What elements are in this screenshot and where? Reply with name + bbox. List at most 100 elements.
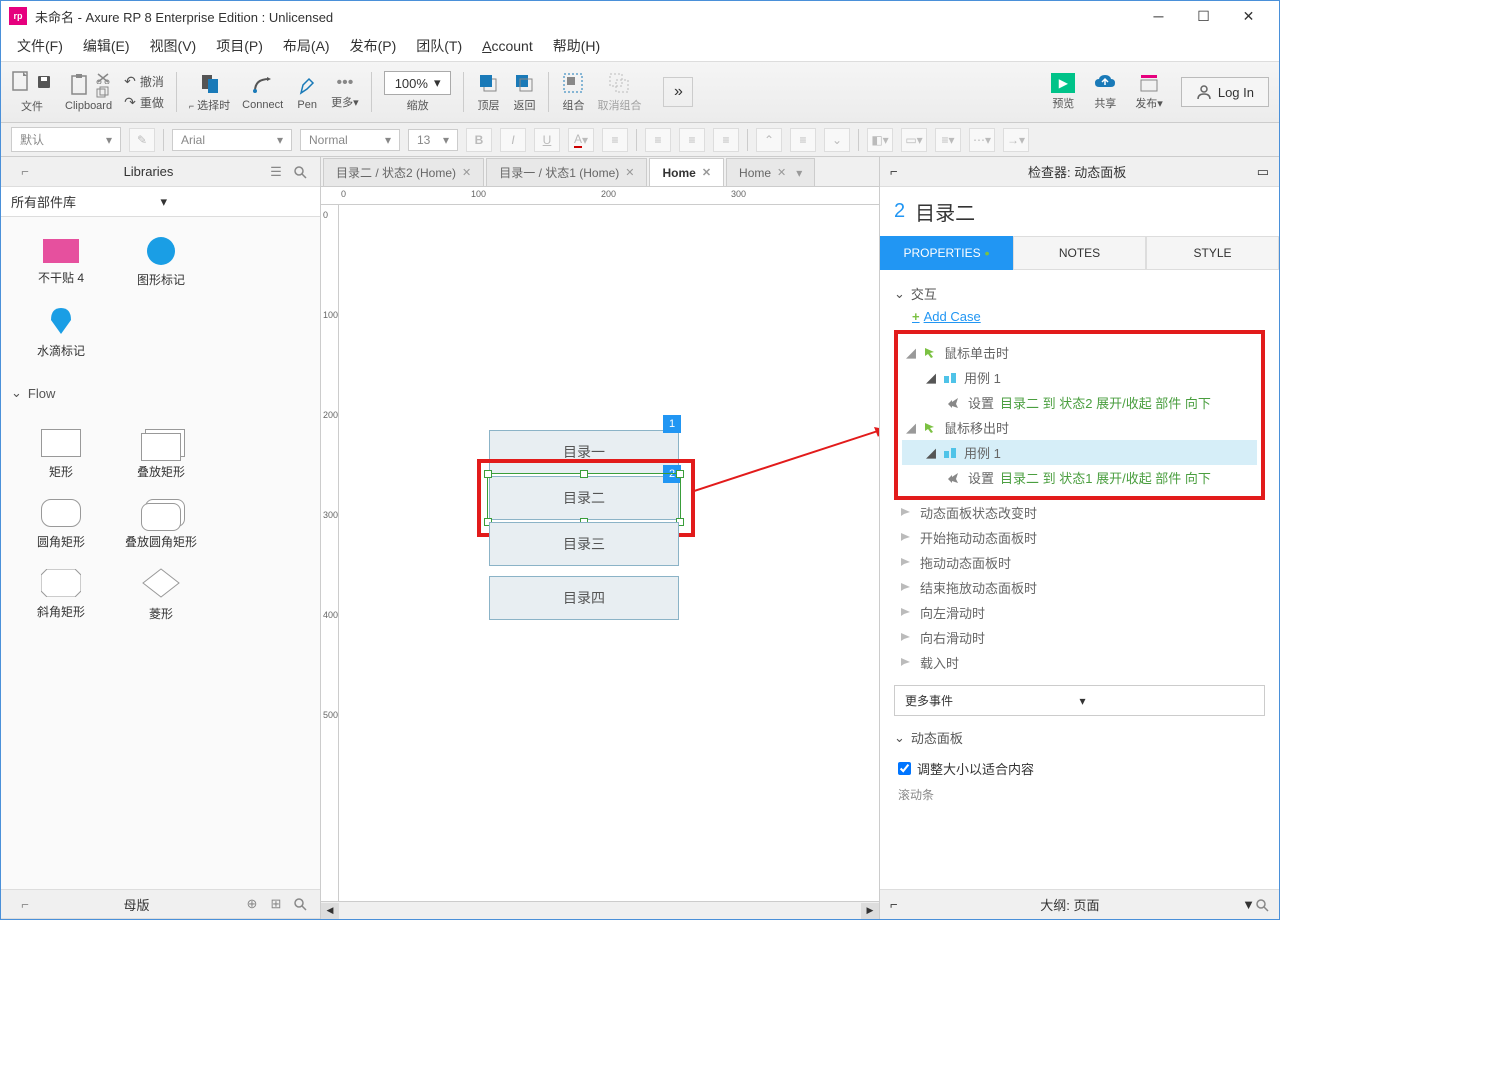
align-center[interactable]: ≡ bbox=[679, 128, 705, 152]
library-dropdown[interactable]: 所有部件库 ▾ bbox=[1, 187, 320, 217]
collapse-icon[interactable]: ⌐ bbox=[890, 164, 898, 179]
maximize-button[interactable]: ☐ bbox=[1181, 2, 1226, 30]
size-select[interactable]: 13▾ bbox=[408, 129, 458, 151]
menu-edit[interactable]: 编辑(E) bbox=[75, 32, 138, 60]
lib-stack-round[interactable]: 叠放圆角矩形 bbox=[111, 489, 211, 559]
redo-button[interactable]: ↷重做 bbox=[124, 94, 164, 111]
lib-diamond[interactable]: 菱形 bbox=[111, 559, 211, 629]
menu-team[interactable]: 团队(T) bbox=[408, 32, 470, 60]
menu-icon[interactable]: ☰ bbox=[266, 162, 286, 182]
valign-mid[interactable]: ≡ bbox=[790, 128, 816, 152]
tb-clipboard[interactable]: Clipboard bbox=[65, 72, 112, 112]
font-select[interactable]: Arial▾ bbox=[172, 129, 292, 151]
collapse-icon[interactable]: ⌐ bbox=[15, 894, 35, 914]
event-onclick[interactable]: ◢ 鼠标单击时 bbox=[902, 340, 1257, 365]
tb-publish[interactable]: 发布▾ bbox=[1135, 73, 1163, 111]
tb-share[interactable]: 共享 bbox=[1093, 73, 1117, 111]
align-right[interactable]: ≡ bbox=[713, 128, 739, 152]
add-folder-icon[interactable]: ⊕ bbox=[242, 894, 262, 914]
event-case1b[interactable]: ◢ 用例 1 bbox=[902, 440, 1257, 465]
event-statechange[interactable]: 动态面板状态改变时 bbox=[894, 500, 1265, 525]
menu-project[interactable]: 项目(P) bbox=[208, 32, 271, 60]
tb-ungroup[interactable]: 取消组合 bbox=[597, 71, 641, 113]
valign-top[interactable]: ⌃ bbox=[756, 128, 782, 152]
event-load[interactable]: 载入时 bbox=[894, 650, 1265, 675]
minimize-button[interactable]: ─ bbox=[1136, 2, 1181, 30]
close-icon[interactable]: ✕ bbox=[777, 166, 786, 179]
menu-file[interactable]: 文件(F) bbox=[9, 32, 71, 60]
tab-notes[interactable]: NOTES bbox=[1013, 236, 1146, 270]
horizontal-scrollbar[interactable]: ◀ ▶ bbox=[321, 901, 879, 919]
flow-section[interactable]: ⌄ Flow bbox=[1, 377, 320, 409]
search-icon[interactable] bbox=[290, 894, 310, 914]
interactions-section[interactable]: ⌄交互 bbox=[894, 284, 1265, 303]
more-events-dropdown[interactable]: 更多事件 ▾ bbox=[894, 685, 1265, 716]
search-icon[interactable] bbox=[290, 162, 310, 182]
lib-bevel[interactable]: 斜角矩形 bbox=[11, 559, 111, 629]
login-button[interactable]: Log In bbox=[1181, 77, 1269, 107]
underline-button[interactable]: U bbox=[534, 128, 560, 152]
tb-front[interactable]: 顶层 bbox=[476, 71, 500, 113]
event-swipeleft[interactable]: 向左滑动时 bbox=[894, 600, 1265, 625]
add-case-link[interactable]: +Add Case bbox=[912, 309, 1265, 324]
lib-round-rect[interactable]: 圆角矩形 bbox=[11, 489, 111, 559]
text-color[interactable]: A▾ bbox=[568, 128, 594, 152]
lib-sticky[interactable]: 不干贴 4 bbox=[11, 227, 111, 297]
add-page-icon[interactable]: ⊞ bbox=[266, 894, 286, 914]
event-action2[interactable]: 设置 目录二 到 状态1 展开/收起 部件 向下 bbox=[902, 465, 1257, 490]
tab-style[interactable]: STYLE bbox=[1146, 236, 1279, 270]
line-color[interactable]: ▭▾ bbox=[901, 128, 927, 152]
fill-color[interactable]: ◧▾ bbox=[867, 128, 893, 152]
widget-menu4[interactable]: 目录四 bbox=[489, 576, 679, 620]
filter-icon[interactable]: ▼ bbox=[1242, 897, 1255, 912]
bold-button[interactable]: B bbox=[466, 128, 492, 152]
menu-arrange[interactable]: 布局(A) bbox=[275, 32, 338, 60]
lib-drop-marker[interactable]: 水滴标记 bbox=[11, 297, 111, 367]
line-width[interactable]: ≡▾ bbox=[935, 128, 961, 152]
collapse-icon[interactable]: ⌐ bbox=[15, 162, 35, 182]
style-select[interactable]: 默认▾ bbox=[11, 127, 121, 152]
menu-view[interactable]: 视图(V) bbox=[142, 32, 205, 60]
event-dragstart[interactable]: 开始拖动动态面板时 bbox=[894, 525, 1265, 550]
overflow-button[interactable]: » bbox=[663, 77, 693, 107]
event-dragend[interactable]: 结束拖放动态面板时 bbox=[894, 575, 1265, 600]
align-left[interactable]: ≡ bbox=[645, 128, 671, 152]
tb-select[interactable]: ⌐ 选择时 bbox=[189, 71, 230, 113]
tab-3[interactable]: Home✕▾ bbox=[726, 158, 815, 186]
event-swiperight[interactable]: 向右滑动时 bbox=[894, 625, 1265, 650]
tb-connect[interactable]: Connect bbox=[242, 73, 283, 111]
tb-group[interactable]: 组合 bbox=[561, 71, 585, 113]
lib-stack-rect[interactable]: 叠放矩形 bbox=[111, 419, 211, 489]
close-icon[interactable]: ✕ bbox=[625, 166, 634, 179]
line-style[interactable]: ⋯▾ bbox=[969, 128, 995, 152]
collapse-icon[interactable]: ⌐ bbox=[890, 897, 898, 912]
event-case1[interactable]: ◢ 用例 1 bbox=[902, 365, 1257, 390]
tb-back[interactable]: 返回 bbox=[512, 71, 536, 113]
menu-publish[interactable]: 发布(P) bbox=[342, 32, 405, 60]
lib-circle-marker[interactable]: 图形标记 bbox=[111, 227, 211, 297]
fit-content-checkbox[interactable]: 调整大小以适合内容 bbox=[894, 753, 1265, 784]
widget-menu3[interactable]: 目录三 bbox=[489, 522, 679, 566]
close-icon[interactable]: ✕ bbox=[462, 166, 471, 179]
weight-select[interactable]: Normal▾ bbox=[300, 129, 400, 151]
search-icon[interactable] bbox=[1255, 898, 1269, 912]
event-drag[interactable]: 拖动动态面板时 bbox=[894, 550, 1265, 575]
tb-zoom[interactable]: 100% ▾ 缩放 bbox=[384, 71, 452, 113]
tb-preview[interactable]: ▶ 预览 bbox=[1051, 73, 1075, 111]
lib-rect[interactable]: 矩形 bbox=[11, 419, 111, 489]
page-icon[interactable]: ▭ bbox=[1257, 164, 1269, 180]
tab-0[interactable]: 目录二 / 状态2 (Home)✕ bbox=[323, 158, 484, 186]
bullets[interactable]: ≡ bbox=[602, 128, 628, 152]
tab-1[interactable]: 目录一 / 状态1 (Home)✕ bbox=[486, 158, 647, 186]
undo-button[interactable]: ↶撤消 bbox=[124, 73, 164, 90]
clear-style[interactable]: ✎ bbox=[129, 128, 155, 152]
tab-properties[interactable]: PROPERTIES• bbox=[880, 236, 1013, 270]
event-action1[interactable]: 设置 目录二 到 状态2 展开/收起 部件 向下 bbox=[902, 390, 1257, 415]
tab-2[interactable]: Home✕ bbox=[649, 158, 724, 186]
panel-section[interactable]: ⌄动态面板 bbox=[894, 728, 1265, 747]
arrow-style[interactable]: →▾ bbox=[1003, 128, 1029, 152]
menu-account[interactable]: Account bbox=[474, 34, 541, 58]
tb-pen[interactable]: Pen bbox=[295, 73, 319, 111]
close-icon[interactable]: ✕ bbox=[702, 166, 711, 179]
italic-button[interactable]: I bbox=[500, 128, 526, 152]
